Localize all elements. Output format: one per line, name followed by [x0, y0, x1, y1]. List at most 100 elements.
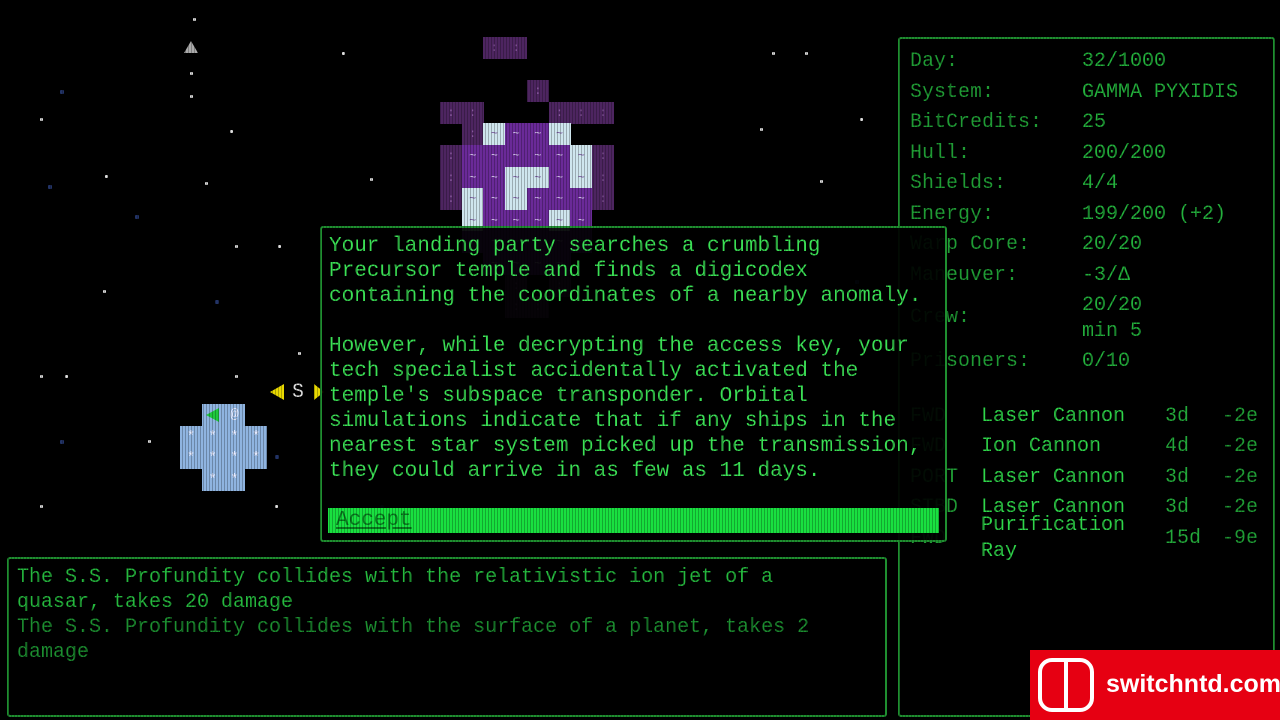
planet-tile: :: [548, 101, 571, 124]
star: [298, 352, 301, 355]
weapon-damage: 3d: [1165, 496, 1190, 519]
planet-tile: :: [440, 188, 462, 211]
weapon-energy: -2e: [1222, 496, 1259, 519]
stat-value: 32/1000: [1082, 50, 1167, 73]
weapon-name: Ion Cannon: [981, 435, 1102, 458]
ship-tile: *: [201, 447, 224, 470]
log-entry: The S.S. Profundity collides with the re…: [17, 566, 774, 614]
planet-tile: ~: [461, 145, 484, 167]
stat-row: BitCredits: 25: [910, 111, 1106, 134]
watermark-text: switchntd.com: [1106, 670, 1280, 698]
stat-row: Shields: 4/4: [910, 172, 1118, 195]
star: [370, 178, 373, 181]
planet-tile: :: [591, 166, 614, 189]
watermark-logo: switchntd.com: [1030, 650, 1280, 720]
star: [235, 375, 238, 378]
star: [215, 300, 219, 304]
weapon-energy: -2e: [1222, 435, 1259, 458]
ship-tile: *: [180, 447, 202, 470]
planet-tile: :: [526, 80, 549, 103]
planet-tile: :: [461, 101, 484, 124]
planet-tile: ~: [548, 166, 571, 189]
star: [235, 245, 238, 248]
status-panel: Day: 32/1000 System: GAMMA PYXIDIS BitCredit…: [898, 37, 1275, 717]
crew-glyph: @: [223, 404, 246, 426]
star: [230, 130, 233, 133]
planet-tile: ~: [526, 145, 549, 167]
weapon-damage: 4d: [1165, 435, 1190, 458]
stat-row: Day: 32/1000: [910, 50, 1166, 73]
planet-tile: :: [505, 37, 528, 59]
stat-label: System:: [910, 81, 995, 104]
star: [40, 505, 43, 508]
planet-tile: ~: [526, 123, 549, 146]
star: [190, 95, 193, 98]
weapon-row[interactable]: FWD Purification Ray 15d -9e: [910, 514, 1280, 563]
planet-tile: ~: [570, 145, 593, 167]
event-dialog: Your landing party searches a crumbling …: [320, 226, 947, 542]
star: [275, 505, 278, 508]
stat-label: BitCredits:: [910, 111, 1043, 134]
star: [772, 52, 775, 55]
star: [805, 52, 808, 55]
planet-tile: :: [461, 123, 484, 146]
log-entry: The S.S. Profundity collides with the su…: [17, 616, 810, 664]
direction-arrow-icon: [201, 404, 224, 426]
planet-tile: ~: [505, 123, 528, 146]
planet-tile: ~: [483, 145, 506, 167]
weapon-row[interactable]: FWD Ion Cannon 4d -2e: [910, 435, 1280, 465]
message-log: The S.S. Profundity collides with the re…: [7, 557, 887, 717]
star: [760, 128, 763, 131]
weapon-name: Purification: [981, 514, 1126, 537]
planet-tile: :: [570, 101, 593, 124]
star: [193, 18, 196, 21]
star: [275, 455, 279, 459]
weapon-name: Laser Cannon: [981, 405, 1126, 428]
star: [60, 90, 64, 94]
star: [205, 182, 208, 185]
stat-row: Energy: 199/200 (+2): [910, 203, 1226, 226]
stat-row: System: GAMMA PYXIDIS: [910, 81, 1238, 104]
planet-tile: :: [591, 188, 614, 211]
star: [342, 52, 345, 55]
star-marker[interactable]: S: [270, 381, 326, 404]
star: [40, 118, 43, 121]
stat-value: GAMMA PYXIDIS: [1082, 81, 1239, 104]
star: [65, 375, 68, 378]
planet-tile: ~: [548, 188, 571, 211]
planet-tile: ~: [461, 166, 484, 189]
planet-tile: :: [591, 145, 614, 167]
stat-value: 20/20: [1082, 233, 1143, 256]
weapon-damage: 15d: [1165, 527, 1202, 550]
planet-tile: :: [440, 166, 462, 189]
star: [40, 375, 43, 378]
stat-label: Hull:: [910, 142, 971, 165]
ship-tile: *: [223, 425, 246, 448]
star: [48, 185, 52, 189]
planet-tile: ~: [505, 145, 528, 167]
accept-button[interactable]: Accept: [328, 508, 939, 533]
weapon-row[interactable]: PORT Laser Cannon 3d -2e: [910, 466, 1280, 496]
planet-tile: ~: [483, 123, 506, 146]
weapon-energy: -2e: [1222, 405, 1259, 428]
planet-tile: :: [440, 145, 462, 167]
weapon-name: Laser Cannon: [981, 466, 1126, 489]
weapon-row[interactable]: FWD Laser Cannon 3d -2e: [910, 405, 1280, 435]
stat-value: -3/Δ: [1082, 264, 1131, 287]
planet-tile: ~: [483, 166, 506, 189]
ship-tile: *: [201, 469, 224, 492]
planet-tile: ~: [526, 166, 549, 189]
stat-value: 0/10: [1082, 350, 1131, 373]
stat-row: Hull: 200/200: [910, 142, 1166, 165]
switch-logo-icon: [1038, 658, 1094, 712]
star: [190, 72, 193, 75]
ship-tile: *: [201, 425, 224, 448]
weapon-name-cont: Ray: [981, 540, 1018, 563]
nav-arrow-icon: [184, 41, 198, 53]
planet-tile: ~: [570, 188, 593, 211]
planet-tile: ~: [505, 166, 528, 189]
ship-tile: *: [180, 425, 202, 448]
dialog-text: Your landing party searches a crumbling …: [329, 235, 922, 483]
ship-tile: *: [223, 447, 246, 470]
weapon-damage: 3d: [1165, 405, 1190, 428]
